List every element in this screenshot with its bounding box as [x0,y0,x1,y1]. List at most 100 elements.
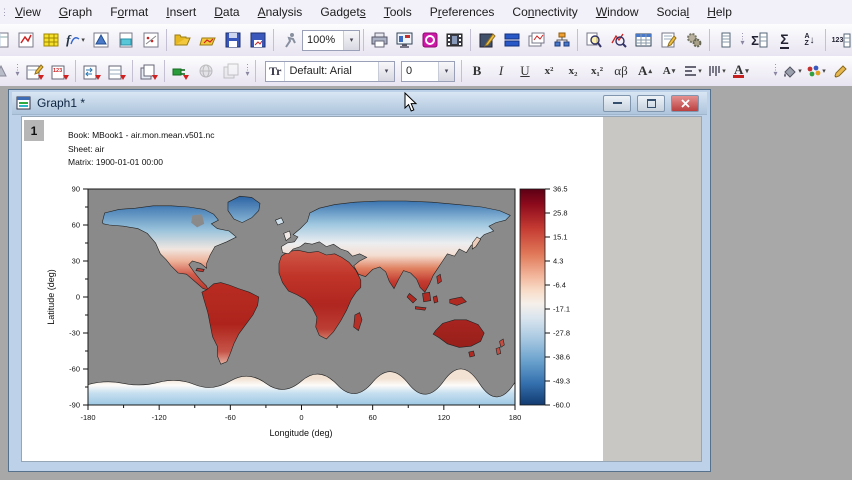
toolbar-grip[interactable]: ⋮▾ [771,65,780,77]
slideshow-icon [395,31,414,49]
refresh-runner-button[interactable] [278,29,301,52]
new-workbook-button[interactable] [0,29,12,52]
layer-bars-button[interactable] [500,29,523,52]
menu-item-preferences[interactable]: Preferences [421,5,504,19]
new-function-plot-button[interactable]: f▾ [64,29,87,52]
menu-item-analysis[interactable]: Analysis [249,5,312,19]
map-plot[interactable]: -180-120-60060120180 9060300-30-60-90 36… [40,178,580,454]
toolbar-options-grip[interactable]: ⋮▾ [738,34,747,46]
zoom-combo[interactable]: 100%▾ [302,30,360,51]
size-dropdown-arrow[interactable]: ▾ [438,62,454,81]
vertical-dropdown-arrow[interactable]: ▾ [722,67,726,75]
restore-button[interactable] [637,95,665,112]
zoom-graph-button[interactable] [607,29,630,52]
font-name-value: Default: Arial [285,65,378,77]
insert-equation-button[interactable] [475,29,498,52]
worksheet-view-button[interactable] [632,29,655,52]
font-dropdown-arrow[interactable]: ▾ [378,62,394,81]
menu-item-connectivity[interactable]: Connectivity [503,5,586,19]
decrease-font-button[interactable]: A▾ [659,61,679,82]
menu-item-view[interactable]: View [6,5,50,19]
open-button[interactable] [171,29,194,52]
find-button[interactable] [582,29,605,52]
function-dropdown-arrow[interactable]: ▾ [81,36,85,44]
batch-import-button[interactable] [137,60,160,83]
set-column-values-button[interactable]: 123 [830,29,852,52]
video-builder-button[interactable] [443,29,466,52]
font-color-dropdown-arrow[interactable]: ▾ [745,67,749,75]
print-button[interactable] [368,29,391,52]
menu-item-window[interactable]: Window [587,5,648,19]
code-builder-button[interactable] [682,29,705,52]
new-graph-button[interactable] [14,29,37,52]
line-color-button[interactable] [830,61,850,82]
open-template-button[interactable] [196,29,219,52]
duplicate-graph-icon [527,31,546,49]
toolbar-grip[interactable]: ⋮▾ [13,65,22,77]
palette-dropdown-arrow[interactable]: ▾ [822,67,826,75]
toolbar-grip[interactable]: ⋮▾ [243,65,252,77]
app-center-button[interactable] [418,29,441,52]
graph-page[interactable]: 1 Book: MBook1 - air.mon.mean.v501.nc Sh… [22,117,603,461]
new-matrix-button[interactable] [39,29,62,52]
reimport-button[interactable] [105,60,128,83]
graph-window[interactable]: Graph1 * 1 Book: MBook1 - air.mon.mean.v… [8,89,711,472]
database-import-button[interactable] [169,60,192,83]
clone-import-button[interactable] [219,60,242,83]
sort-button[interactable]: AZ↓ [798,29,821,52]
menu-item-help[interactable]: Help [698,5,741,19]
new-notes-button[interactable] [114,29,137,52]
import-ascii-button[interactable]: 123 [48,60,71,83]
letter-A: A [734,64,743,75]
font-color-button[interactable]: A▾ [731,61,751,82]
align-dropdown-arrow[interactable]: ▾ [698,67,702,75]
subscript-button[interactable]: x₂ [563,61,583,82]
close-button[interactable] [671,95,699,112]
new-notes-icon [117,31,135,49]
font-size-combo[interactable]: 0▾ [401,61,455,82]
font-name-combo[interactable]: TrDefault: Arial▾ [265,61,395,82]
duplicate-graph-button[interactable] [525,29,548,52]
menu-item-format[interactable]: Format [101,5,157,19]
minimize-icon [613,102,622,104]
menu-item-data[interactable]: Data [205,5,248,19]
fill-color-button[interactable]: ▾ [782,61,802,82]
sub-superscript-button[interactable]: x₁² [587,61,607,82]
find-magnifier-icon [585,31,603,49]
increase-font-button[interactable]: A▴ [635,61,655,82]
menu-item-graph[interactable]: Graph [50,5,101,19]
menu-item-insert[interactable]: Insert [157,5,205,19]
reimport-dialog-button[interactable] [80,60,103,83]
menu-item-tools[interactable]: Tools [375,5,421,19]
statistics-on-columns-button[interactable]: Σ [748,29,771,52]
project-explorer-button[interactable] [550,29,573,52]
graph-window-titlebar[interactable]: Graph1 * [12,92,707,115]
new-3d-plot-button[interactable] [89,29,112,52]
save-template-button[interactable] [246,29,269,52]
clipped-tool-button[interactable] [0,60,12,83]
zoom-dropdown-arrow[interactable]: ▾ [343,31,359,50]
new-layout-button[interactable] [139,29,162,52]
minimize-button[interactable] [603,95,631,112]
palette-button[interactable]: ▾ [806,61,826,82]
underline-button[interactable]: U [515,61,535,82]
greek-button[interactable]: αβ [611,61,631,82]
slideshow-button[interactable] [393,29,416,52]
superscript-button[interactable]: x² [539,61,559,82]
script-window-button[interactable] [657,29,680,52]
bold-button[interactable]: B [467,61,487,82]
menu-item-gadgets[interactable]: Gadgets [311,5,374,19]
italic-button[interactable]: I [491,61,511,82]
import-wizard-button[interactable] [23,60,46,83]
tick-label: 25.8 [553,209,568,218]
layer-1-indicator[interactable]: 1 [24,120,44,141]
menu-item-social[interactable]: Social [648,5,699,19]
vertical-text-button[interactable]: ▾ [707,61,727,82]
web-connector-button[interactable] [194,60,217,83]
align-button[interactable]: ▾ [683,61,703,82]
sum-button[interactable]: Σ [773,29,796,52]
add-column-button[interactable] [714,29,737,52]
save-project-button[interactable] [221,29,244,52]
fill-dropdown-arrow[interactable]: ▾ [798,67,802,75]
colorbar[interactable] [520,189,545,405]
